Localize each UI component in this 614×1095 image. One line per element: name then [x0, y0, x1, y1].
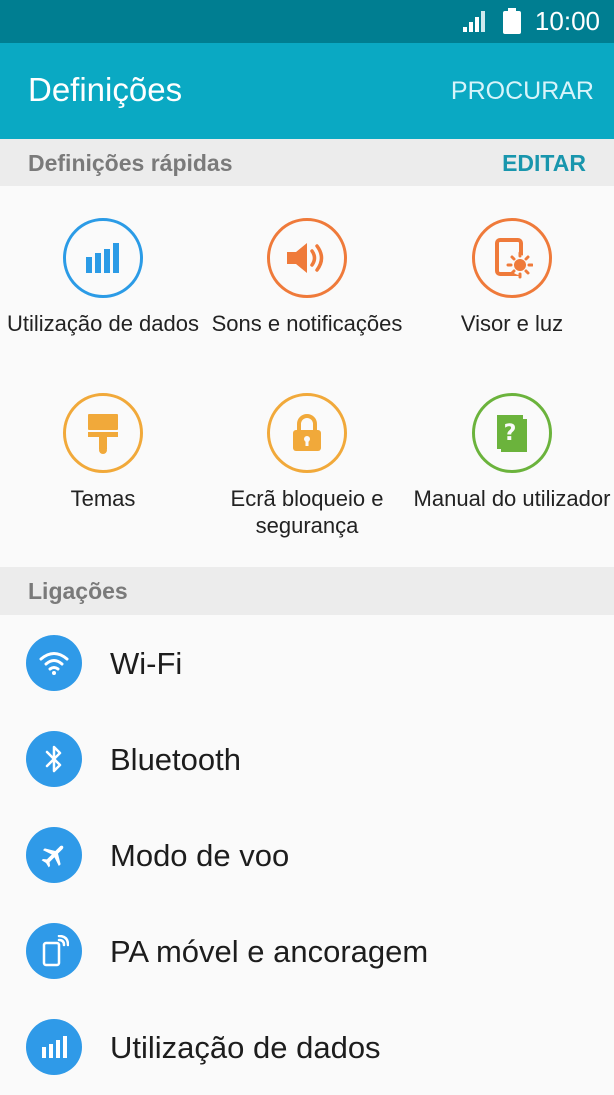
quick-tile-label: Visor e luz	[460, 311, 564, 336]
bluetooth-icon	[26, 731, 82, 787]
wifi-icon	[26, 635, 82, 691]
connections-title: Ligações	[28, 578, 128, 604]
quick-tile-user-manual[interactable]: ? Manual do utilizador	[412, 393, 612, 512]
status-bar: 10:00	[0, 0, 614, 43]
list-item-label: Wi-Fi	[110, 646, 183, 681]
quick-settings-grid: Utilização de dados Sons e notificações	[0, 186, 614, 567]
edit-button[interactable]: EDITAR	[502, 150, 586, 177]
data-usage-icon	[63, 218, 143, 298]
quick-tile-themes[interactable]: Temas	[3, 393, 203, 512]
list-item-label: Modo de voo	[110, 838, 290, 873]
quick-tile-data-usage[interactable]: Utilização de dados	[3, 218, 203, 337]
app-bar: Definições PROCURAR	[0, 43, 614, 139]
data-usage-icon	[26, 1019, 82, 1075]
quick-tile-label: Manual do utilizador	[413, 486, 611, 511]
themes-icon	[63, 393, 143, 473]
list-item-hotspot[interactable]: PA móvel e ancoragem	[0, 903, 614, 999]
page-title: Definições	[28, 71, 183, 108]
sound-icon	[267, 218, 347, 298]
svg-text:?: ?	[504, 421, 517, 446]
airplane-icon	[26, 827, 82, 883]
list-item-label: Utilização de dados	[110, 1030, 381, 1065]
quick-tile-label: Ecrã bloqueio e segurança	[230, 486, 384, 538]
battery-icon	[503, 8, 521, 39]
quick-tile-label: Utilização de dados	[6, 311, 199, 336]
list-item-data-usage[interactable]: Utilização de dados	[0, 999, 614, 1095]
quick-settings-title: Definições rápidas	[28, 150, 233, 176]
hotspot-icon	[26, 923, 82, 979]
list-item-label: PA móvel e ancoragem	[110, 934, 429, 969]
list-item-airplane-mode[interactable]: Modo de voo	[0, 807, 614, 903]
user-manual-icon: ?	[472, 393, 552, 473]
lock-icon	[267, 393, 347, 473]
connections-header: Ligações	[0, 567, 614, 615]
quick-tile-display[interactable]: Visor e luz	[412, 218, 612, 337]
quick-tile-sounds[interactable]: Sons e notificações	[207, 218, 407, 337]
quick-tile-label: Temas	[70, 486, 136, 511]
list-item-label: Bluetooth	[110, 742, 241, 777]
quick-tile-label: Sons e notificações	[211, 311, 403, 336]
search-button[interactable]: PROCURAR	[451, 77, 594, 106]
list-item-bluetooth[interactable]: Bluetooth	[0, 711, 614, 807]
signal-icon	[463, 10, 489, 37]
quick-tile-lock-security[interactable]: Ecrã bloqueio e segurança	[207, 393, 407, 539]
quick-settings-header: Definições rápidas EDITAR	[0, 139, 614, 187]
display-icon	[472, 218, 552, 298]
list-item-wifi[interactable]: Wi-Fi	[0, 615, 614, 711]
status-time: 10:00	[534, 6, 600, 36]
